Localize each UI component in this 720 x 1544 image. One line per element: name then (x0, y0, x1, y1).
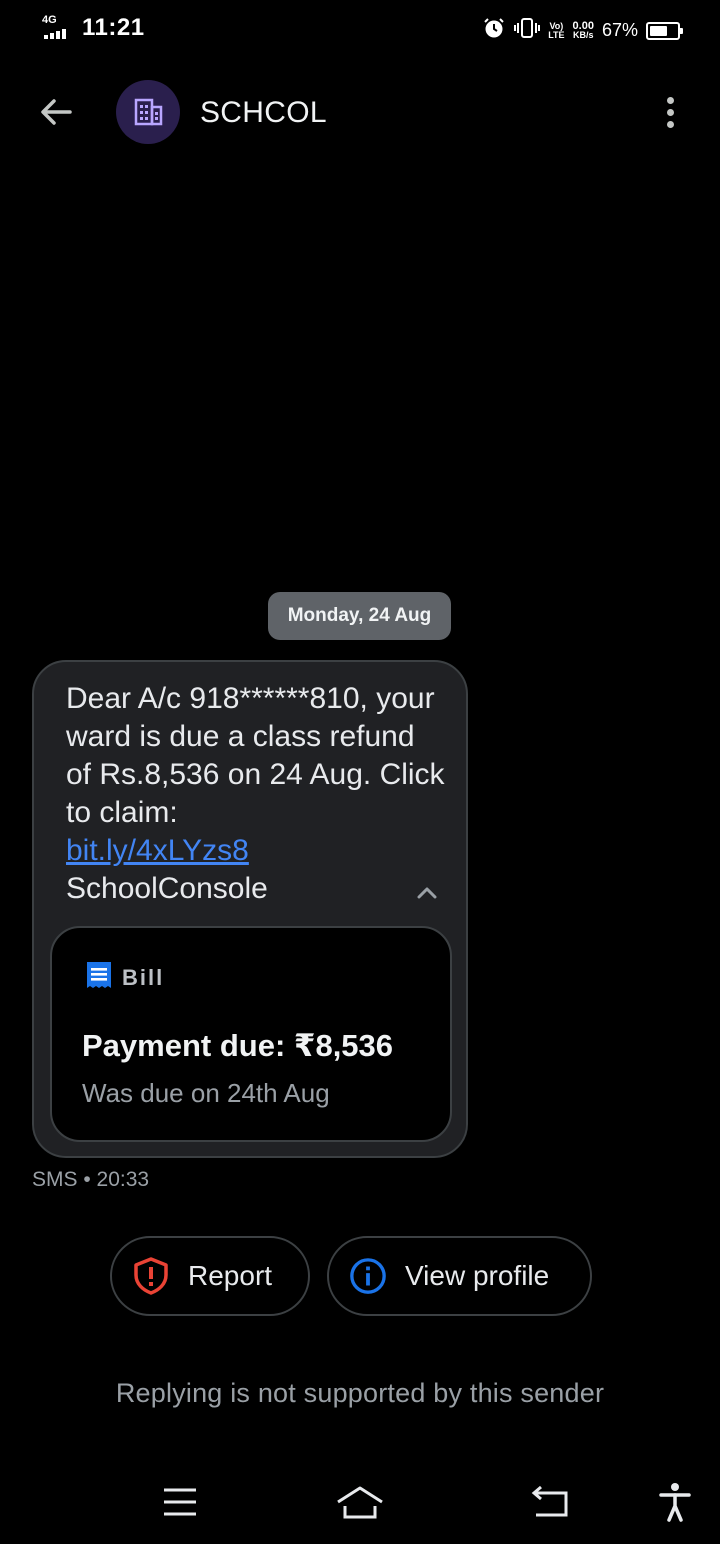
message-text: Dear A/c 918******810, your ward is due … (66, 680, 446, 908)
accessibility-icon (659, 1483, 691, 1522)
message-body: Dear A/c 918******810, your ward is due … (66, 682, 445, 829)
message-signature: SchoolConsole (66, 872, 268, 905)
report-label: Report (188, 1260, 273, 1291)
cellular-signal-icon: 4G (42, 15, 74, 41)
back-button[interactable] (34, 90, 78, 134)
alarm-icon (482, 16, 506, 45)
return-icon (531, 1485, 568, 1517)
bill-label: Bill (122, 964, 165, 990)
view-profile-label: View profile (405, 1260, 550, 1291)
more-vert-icon (666, 96, 674, 104)
bill-card[interactable]: Bill Payment due: ₹8,536 Was due on 24th… (50, 926, 452, 1142)
vibrate-icon (514, 17, 541, 44)
receipt-icon (84, 960, 114, 995)
message-bubble[interactable]: Dear A/c 918******810, your ward is due … (32, 660, 468, 1158)
status-bar: 4G 11:21 Vo) LTE 0.00 KB/s 67% (0, 0, 720, 58)
back-nav-button[interactable] (525, 1478, 575, 1526)
conversation-header: SCHCOL (0, 78, 720, 148)
home-icon (337, 1486, 383, 1519)
accessibility-button[interactable] (650, 1478, 700, 1526)
info-icon (349, 1257, 387, 1295)
status-time: 11:21 (82, 14, 145, 41)
menu-icon (164, 1488, 196, 1516)
chevron-up-icon[interactable] (414, 880, 440, 906)
building-icon (134, 98, 163, 126)
arrow-back-icon (41, 99, 72, 125)
network-speed: 0.00 KB/s (572, 19, 594, 40)
date-divider: Monday, 24 Aug (268, 592, 451, 640)
recent-apps-button[interactable] (155, 1478, 205, 1526)
battery-icon (646, 21, 683, 40)
report-shield-icon (132, 1257, 170, 1295)
conversation-title: SCHCOL (200, 96, 327, 129)
volte-indicator: Vo) LTE (548, 20, 565, 40)
avatar[interactable] (116, 80, 180, 144)
message-link[interactable]: bit.ly/4xLYzs8 (66, 834, 249, 867)
battery-percent: 67% (601, 20, 638, 40)
view-profile-button[interactable]: View profile (327, 1236, 592, 1316)
payment-due-amount: Payment due: ₹8,536 (82, 1028, 394, 1063)
message-timestamp: SMS • 20:33 (32, 1168, 150, 1191)
more-options-button[interactable] (650, 88, 690, 136)
network-type: 4G (42, 14, 57, 26)
system-navigation-bar (0, 1460, 720, 1544)
report-button[interactable]: Report (110, 1236, 310, 1316)
home-button[interactable] (335, 1478, 385, 1526)
reply-not-supported-note: Replying is not supported by this sender (115, 1378, 605, 1408)
due-date-note: Was due on 24th Aug (82, 1078, 330, 1108)
